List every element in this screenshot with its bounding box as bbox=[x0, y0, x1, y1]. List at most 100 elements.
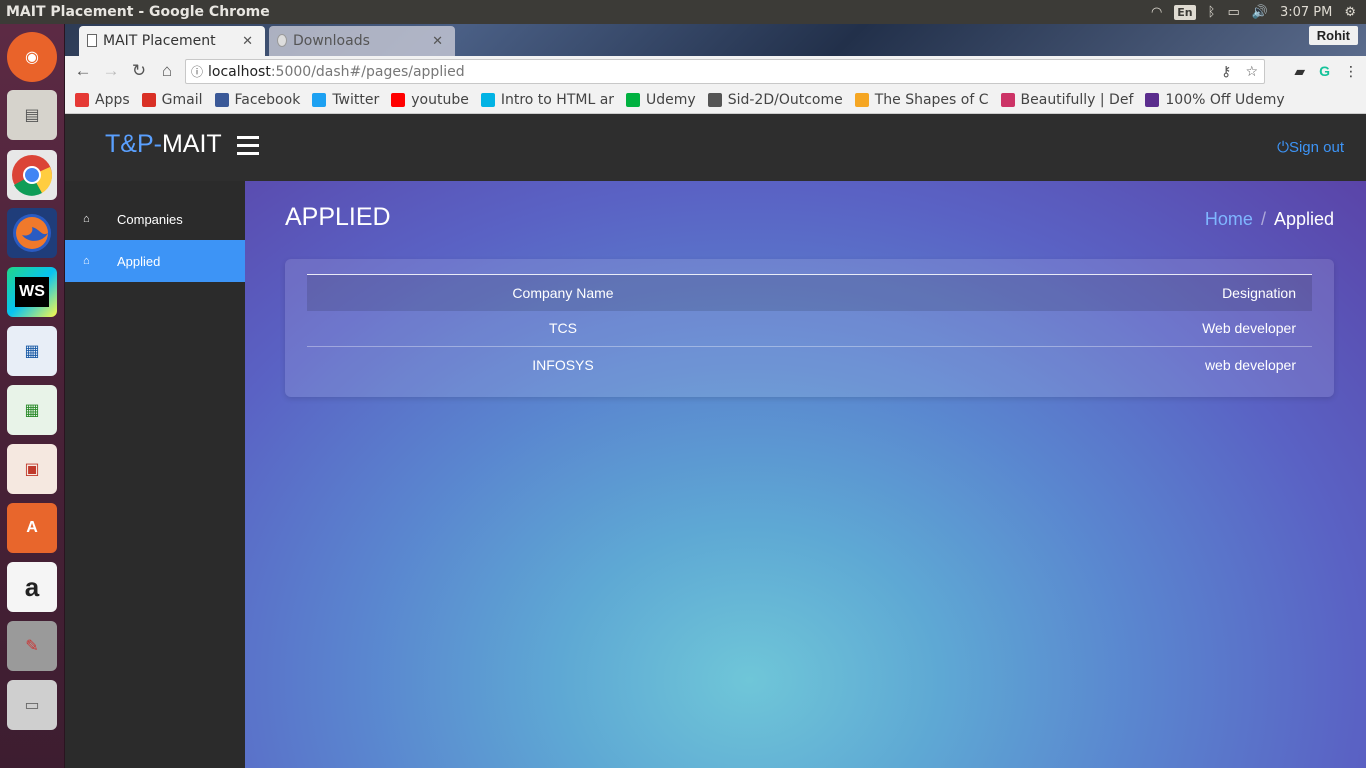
amazon-icon[interactable]: a bbox=[7, 562, 57, 612]
close-icon[interactable]: ✕ bbox=[242, 34, 253, 49]
menu-kebab-icon[interactable]: ⋮ bbox=[1344, 63, 1358, 80]
brand-accent: T&P- bbox=[105, 130, 162, 158]
home-icon[interactable]: ⌂ bbox=[153, 61, 181, 81]
software-center-icon[interactable]: A bbox=[7, 503, 57, 553]
bookmark-item[interactable]: Beautifully | Def bbox=[1000, 91, 1134, 108]
bookmark-item[interactable]: Intro to HTML ar bbox=[480, 91, 615, 108]
reload-icon[interactable]: ↻ bbox=[125, 61, 153, 81]
system-tray: ◠ En ᛒ ▭ 🔊 3:07 PM ⚙ bbox=[1151, 4, 1366, 20]
column-header-company: Company Name bbox=[512, 284, 614, 301]
brand-logo[interactable]: T&P-MAIT bbox=[105, 130, 222, 159]
bookmark-item[interactable]: Facebook bbox=[214, 92, 300, 108]
url-host: localhost bbox=[208, 63, 271, 80]
bookmark-label: Twitter bbox=[332, 91, 380, 108]
sign-out-link[interactable]: ⏻Sign out bbox=[1277, 139, 1344, 156]
bookmark-item[interactable]: Udemy bbox=[626, 92, 696, 108]
volume-icon[interactable]: 🔊 bbox=[1252, 5, 1268, 20]
bookmarks-bar: Apps Gmail Facebook Twitter youtube Intro to … bbox=[65, 86, 1366, 114]
download-icon bbox=[277, 34, 287, 47]
column-header-designation: Designation bbox=[1222, 284, 1296, 301]
bookmark-label: Sid-2D/Outcome bbox=[727, 91, 843, 108]
sidebar-item-companies[interactable]: ⌂ Companies bbox=[65, 198, 245, 240]
bookmark-item[interactable]: The Shapes of C bbox=[854, 91, 989, 108]
files-icon[interactable]: ▤ bbox=[7, 90, 57, 140]
settings-gear-icon[interactable]: ⚙ bbox=[1344, 5, 1356, 20]
breadcrumb: Home / Applied bbox=[1205, 209, 1334, 230]
breadcrumb-home-link[interactable]: Home bbox=[1205, 209, 1253, 229]
tab-downloads[interactable]: Downloads ✕ bbox=[269, 26, 455, 56]
os-top-panel: MAIT Placement - Google Chrome ◠ En ᛒ ▭ … bbox=[0, 0, 1366, 24]
bookmark-favicon-icon bbox=[391, 92, 406, 107]
bookmark-favicon-icon bbox=[1145, 92, 1160, 107]
webstorm-icon[interactable]: WS bbox=[7, 267, 57, 317]
close-icon[interactable]: ✕ bbox=[432, 34, 443, 49]
breadcrumb-separator: / bbox=[1260, 209, 1266, 229]
grammarly-icon[interactable]: G bbox=[1319, 63, 1330, 80]
bookmark-item[interactable]: youtube bbox=[391, 92, 469, 108]
bookmark-label: Udemy bbox=[646, 91, 696, 108]
cast-icon[interactable]: ▰ bbox=[1294, 63, 1305, 80]
ubuntu-dash-icon[interactable]: ◉ bbox=[7, 32, 57, 82]
sidebar-item-applied[interactable]: ⌂ Applied bbox=[65, 240, 245, 282]
bookmark-label: The Shapes of C bbox=[874, 91, 989, 108]
wifi-icon[interactable]: ◠ bbox=[1151, 5, 1162, 20]
bookmark-item[interactable]: Apps bbox=[75, 92, 130, 108]
back-arrow-icon[interactable]: ← bbox=[69, 61, 97, 81]
calc-icon[interactable]: ▦ bbox=[7, 385, 57, 435]
home-icon: ⌂ bbox=[83, 255, 90, 267]
bookmark-label: Intro to HTML ar bbox=[500, 91, 615, 108]
sidebar-item-label: Applied bbox=[117, 253, 161, 269]
system-settings-icon[interactable]: ✎ bbox=[7, 621, 57, 671]
bookmark-star-icon[interactable]: ☆ bbox=[1245, 64, 1258, 80]
writer-icon[interactable]: ▦ bbox=[7, 326, 57, 376]
bookmark-label: Beautifully | Def bbox=[1020, 91, 1134, 108]
bookmark-favicon-icon bbox=[707, 92, 722, 107]
bookmark-favicon-icon bbox=[141, 92, 156, 107]
bookmark-label: Apps bbox=[95, 91, 130, 108]
breadcrumb-current: Applied bbox=[1273, 209, 1334, 229]
power-icon: ⏻ bbox=[1277, 139, 1289, 156]
home-icon: ⌂ bbox=[83, 213, 90, 225]
info-icon[interactable]: ⓘ bbox=[186, 63, 208, 80]
browser-frame: MAIT Placement ✕ Downloads ✕ Rohit ← → ↻… bbox=[65, 24, 1366, 114]
bookmark-favicon-icon bbox=[1000, 92, 1015, 107]
cell-designation: Web developer bbox=[1202, 320, 1296, 337]
firefox-icon[interactable] bbox=[7, 208, 57, 258]
tab-mait-placement[interactable]: MAIT Placement ✕ bbox=[79, 26, 265, 56]
bookmark-item[interactable]: Sid-2D/Outcome bbox=[707, 91, 843, 108]
chrome-icon[interactable] bbox=[7, 150, 57, 200]
web-page: T&P-MAIT ⏻Sign out ⌂ Companies ⌂ Applied… bbox=[65, 114, 1366, 768]
hamburger-menu-icon[interactable] bbox=[237, 136, 259, 160]
brand-main: MAIT bbox=[161, 130, 222, 158]
bookmark-label: 100% Off Udemy bbox=[1165, 91, 1285, 108]
bookmark-item[interactable]: Twitter bbox=[312, 92, 379, 108]
bluetooth-icon[interactable]: ᛒ bbox=[1208, 5, 1216, 20]
bookmark-item[interactable]: Gmail bbox=[141, 91, 203, 108]
bookmark-item[interactable]: 100% Off Udemy bbox=[1145, 91, 1285, 108]
table-row: TCS Web developer bbox=[307, 311, 1312, 347]
tab-label: Downloads bbox=[293, 33, 370, 49]
url-path: :5000/dash#/pages/applied bbox=[270, 63, 465, 80]
address-bar[interactable]: ⓘ localhost:5000/dash#/pages/applied ⚷ ☆ bbox=[185, 59, 1265, 84]
main-content: APPLIED Home / Applied Company Name Design… bbox=[245, 181, 1366, 768]
drive-icon[interactable]: ▭ bbox=[7, 680, 57, 730]
table-row: INFOSYS web developer bbox=[307, 346, 1312, 383]
clock[interactable]: 3:07 PM bbox=[1280, 5, 1332, 20]
profile-button[interactable]: Rohit bbox=[1308, 26, 1358, 45]
battery-icon[interactable]: ▭ bbox=[1227, 5, 1239, 20]
bookmark-favicon-icon bbox=[480, 92, 495, 107]
cell-designation: web developer bbox=[1204, 356, 1296, 373]
applied-table: Company Name Designation TCS Web develop… bbox=[307, 274, 1312, 383]
sidebar: ⌂ Companies ⌂ Applied bbox=[65, 181, 245, 768]
keyboard-layout[interactable]: En bbox=[1174, 4, 1196, 20]
key-icon[interactable]: ⚷ bbox=[1221, 64, 1231, 80]
sign-out-label: Sign out bbox=[1288, 139, 1344, 156]
bookmark-favicon-icon bbox=[214, 92, 229, 107]
sidebar-item-label: Companies bbox=[117, 211, 183, 227]
bookmark-favicon-icon bbox=[75, 92, 89, 107]
applied-card: Company Name Designation TCS Web develop… bbox=[285, 259, 1334, 397]
bookmark-label: Gmail bbox=[161, 91, 203, 108]
forward-arrow-icon[interactable]: → bbox=[97, 61, 125, 81]
impress-icon[interactable]: ▣ bbox=[7, 444, 57, 494]
ubuntu-launcher: ◉ ▤ WS ▦ ▦ ▣ A a ✎ ▭ bbox=[0, 24, 65, 768]
